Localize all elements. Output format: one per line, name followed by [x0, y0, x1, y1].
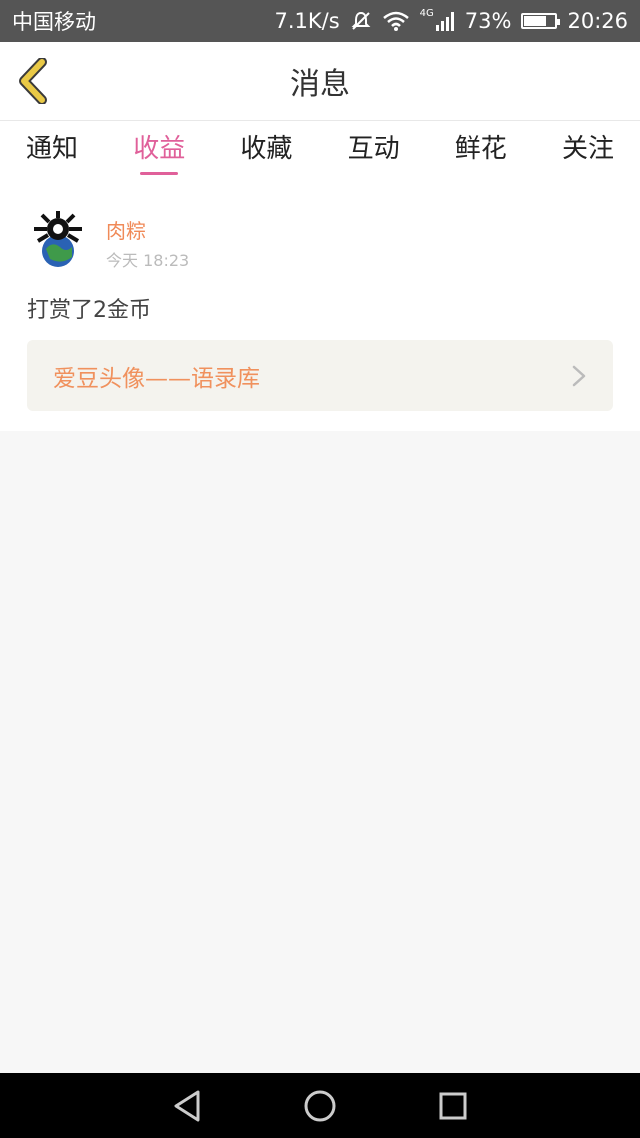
signal-icon: 4G: [419, 7, 455, 32]
network-type: 4G: [419, 7, 434, 19]
wifi-icon: [382, 10, 410, 32]
tab-earnings[interactable]: 收益: [133, 121, 185, 179]
triangle-back-icon: [174, 1090, 200, 1121]
header-bar: 消息: [0, 42, 640, 121]
message-text: 打赏了2金币: [27, 298, 151, 323]
tab-follow[interactable]: 关注: [562, 121, 614, 179]
carrier-name: 中国移动: [12, 10, 96, 34]
message-time: 今天 18:23: [106, 251, 190, 270]
tab-bar: 通知 收益 收藏 互动 鲜花 关注: [0, 121, 640, 179]
mute-icon: [350, 10, 372, 32]
tab-notice[interactable]: 通知: [26, 121, 78, 179]
tab-favorites[interactable]: 收藏: [240, 121, 292, 179]
status-icons: 7.1K/s 4G 73% 20:26: [274, 7, 628, 34]
clock: 20:26: [567, 9, 628, 33]
network-speed: 7.1K/s: [274, 9, 340, 33]
status-bar: 中国移动 7.1K/s 4G 73% 20:26: [0, 0, 640, 42]
tab-interaction[interactable]: 互动: [348, 121, 400, 179]
square-recents-icon: [439, 1092, 467, 1119]
battery-fill: [524, 16, 547, 26]
tab-flowers[interactable]: 鲜花: [455, 121, 507, 179]
battery-icon: [521, 13, 561, 29]
message-card: 肉粽 今天 18:23 打赏了2金币 爱豆头像——语录库: [0, 179, 640, 431]
battery-percent: 73%: [464, 9, 512, 33]
linked-post-title: 爱豆头像——语录库: [53, 365, 260, 392]
avatar[interactable]: [28, 209, 88, 269]
system-nav-bar: [0, 1073, 640, 1138]
nav-home-button[interactable]: [290, 1076, 350, 1136]
circle-home-icon: [304, 1090, 336, 1121]
nav-recents-button[interactable]: [423, 1076, 483, 1136]
back-arrow-icon: [19, 58, 47, 104]
nav-back-button[interactable]: [157, 1076, 217, 1136]
page-title: 消息: [290, 67, 350, 102]
back-button[interactable]: [14, 56, 54, 106]
chevron-right-icon: [572, 365, 586, 386]
linked-post[interactable]: 爱豆头像——语录库: [27, 340, 613, 411]
sender-name[interactable]: 肉粽: [106, 215, 146, 244]
